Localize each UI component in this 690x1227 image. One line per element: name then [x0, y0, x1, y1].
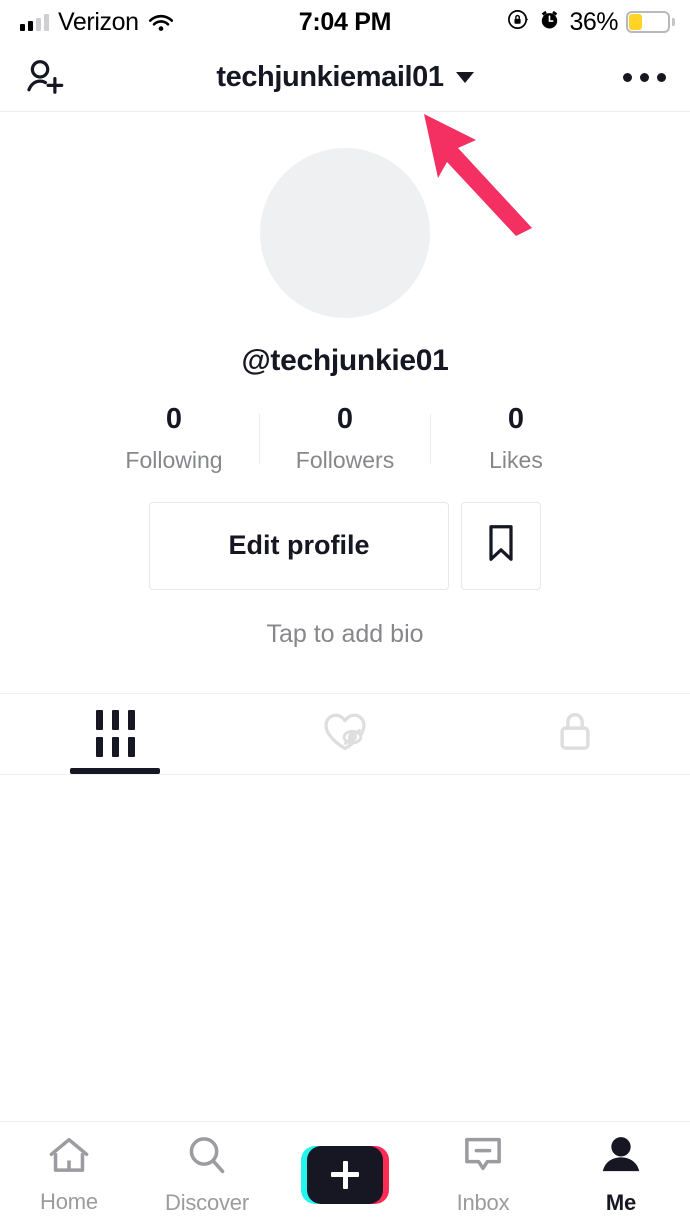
add-friend-icon[interactable]: [24, 57, 66, 99]
edit-profile-button[interactable]: Edit profile: [149, 501, 449, 590]
bookmark-button[interactable]: [461, 501, 541, 590]
nav-label-discover: Discover: [165, 1190, 249, 1215]
nav-item-me[interactable]: Me: [552, 1133, 690, 1216]
nav-item-create[interactable]: [276, 1145, 414, 1204]
likes-count: 0: [507, 403, 525, 435]
tab-active-underline: [70, 767, 160, 774]
nav-item-home[interactable]: Home: [0, 1135, 138, 1215]
stat-following[interactable]: 0 Following: [89, 403, 259, 474]
tab-videos[interactable]: [0, 694, 230, 774]
search-icon: [185, 1133, 229, 1182]
inbox-icon: [461, 1133, 505, 1182]
clock-label: 7:04 PM: [298, 7, 392, 36]
grid-icon: [95, 710, 135, 758]
stat-followers[interactable]: 0 Followers: [260, 403, 430, 474]
alarm-clock-icon: [538, 8, 561, 36]
profile-tabs: [0, 692, 690, 775]
nav-label-inbox: Inbox: [456, 1190, 510, 1215]
nav-item-inbox[interactable]: Inbox: [414, 1133, 552, 1216]
lock-icon: [555, 708, 595, 759]
tab-liked[interactable]: [230, 694, 460, 774]
tab-private[interactable]: [460, 694, 690, 774]
person-icon: [599, 1133, 643, 1182]
heart-hidden-icon: [322, 709, 368, 758]
followers-label: Followers: [295, 446, 395, 473]
status-bar-left: Verizon: [20, 8, 174, 37]
status-bar-right: 36%: [507, 7, 675, 37]
tiktok-profile-screen: Verizon 7:04 PM 36% techjunkiemail01 @te…: [0, 0, 690, 1227]
battery-percent-label: 36%: [569, 7, 618, 36]
app-header: techjunkiemail01: [0, 44, 690, 112]
rotation-lock-icon: [507, 8, 530, 36]
nav-label-home: Home: [40, 1188, 98, 1214]
battery-icon: [626, 11, 675, 33]
bio-placeholder[interactable]: Tap to add bio: [266, 620, 423, 649]
home-icon: [47, 1135, 91, 1181]
signal-strength-icon: [20, 13, 49, 31]
following-count: 0: [165, 403, 183, 435]
bottom-navigation: Home Discover Inbox Me: [0, 1121, 690, 1227]
profile-title[interactable]: techjunkiemail01: [0, 61, 690, 94]
profile-handle: @techjunkie01: [241, 344, 449, 377]
bookmark-icon: [486, 524, 516, 567]
profile-actions: Edit profile: [149, 501, 541, 590]
nav-label-me: Me: [605, 1190, 637, 1215]
nav-item-discover[interactable]: Discover: [138, 1133, 276, 1216]
likes-label: Likes: [489, 446, 543, 473]
carrier-label: Verizon: [58, 7, 139, 36]
avatar[interactable]: [260, 148, 430, 318]
profile-stats: 0 Following 0 Followers 0 Likes: [89, 403, 601, 474]
create-icon: [301, 1145, 389, 1204]
account-name-label: techjunkiemail01: [216, 61, 444, 93]
stat-likes[interactable]: 0 Likes: [431, 403, 601, 474]
chevron-down-icon: [455, 72, 474, 83]
profile-section: @techjunkie01 0 Following 0 Followers 0 …: [0, 112, 690, 649]
status-bar: Verizon 7:04 PM 36%: [0, 0, 690, 44]
following-label: Following: [125, 446, 223, 473]
followers-count: 0: [336, 403, 354, 435]
more-options-icon[interactable]: [623, 73, 666, 82]
video-grid-empty: [0, 774, 690, 1121]
wifi-icon: [148, 13, 174, 32]
